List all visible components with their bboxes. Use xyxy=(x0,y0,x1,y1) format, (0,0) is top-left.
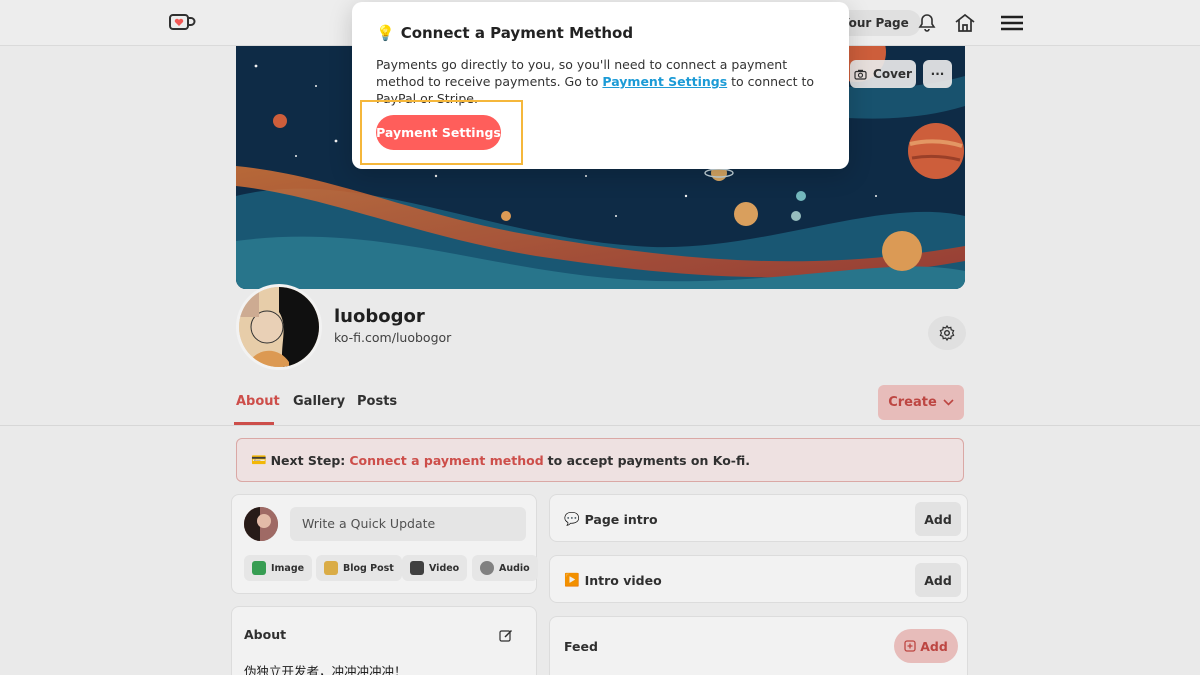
payment-settings-button[interactable]: Payment Settings xyxy=(376,115,501,150)
modal-title-text: Connect a Payment Method xyxy=(400,24,634,42)
lightbulb-icon: 💡 xyxy=(376,24,395,42)
modal-title: 💡 Connect a Payment Method xyxy=(376,24,633,42)
payment-settings-link[interactable]: Payment Settings xyxy=(602,74,727,89)
